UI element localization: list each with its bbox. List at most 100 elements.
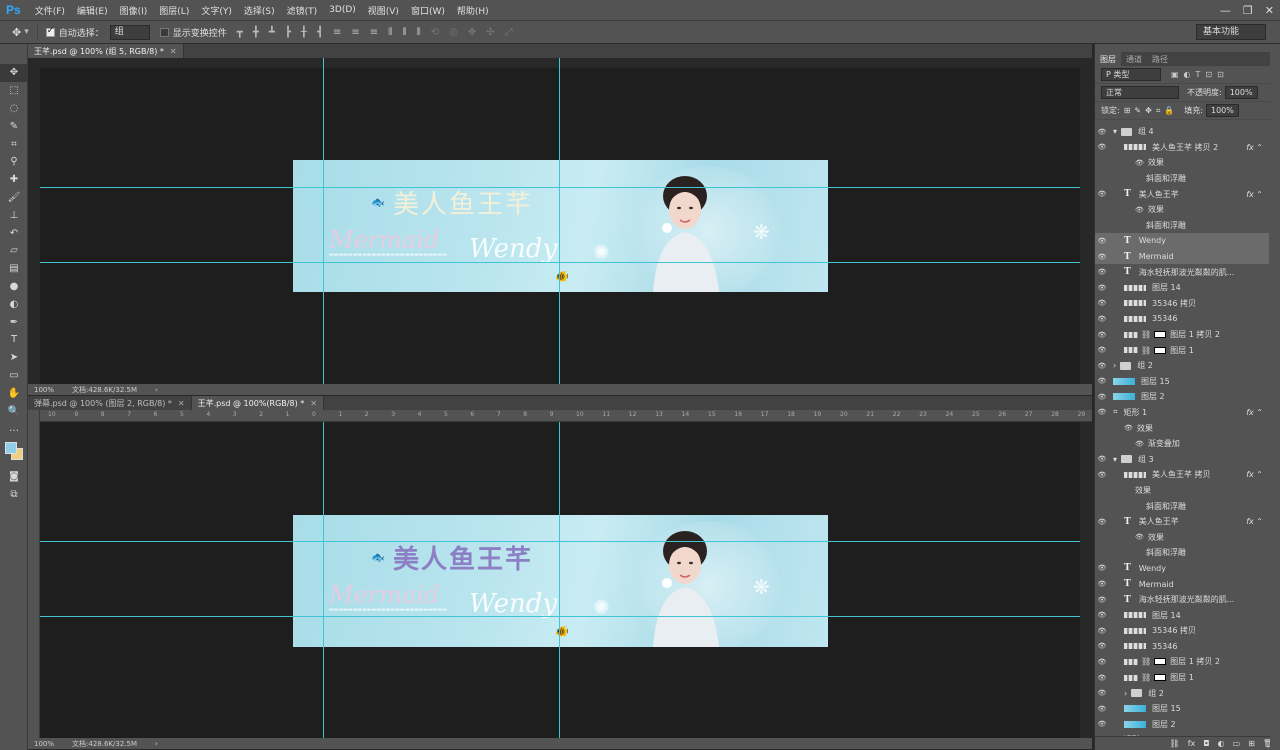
layer-row[interactable]: 👁 图层 15 (1095, 374, 1269, 390)
fx-icon[interactable]: fx (1188, 739, 1196, 748)
visibility-eye-icon[interactable]: 👁 (1095, 611, 1109, 619)
layer-row[interactable]: 👁 35346 拷贝 (1095, 296, 1269, 312)
layer-row[interactable]: 👁效果 (1095, 202, 1269, 218)
mask-thumbnail[interactable] (1154, 346, 1167, 354)
tab-paths[interactable]: 路径 (1147, 52, 1173, 66)
layer-row[interactable]: 👁 ⛓ 图层 1 拷贝 2 (1095, 654, 1269, 670)
mask-link-icon[interactable]: ⛓ (1141, 330, 1151, 339)
mask-thumbnail[interactable] (1154, 658, 1167, 666)
doc2-banner[interactable]: ❋ ✺ 🐟 🐠 美人鱼王芊 Mermaid Wendy ▬▬▬▬▬▬▬▬▬▬▬▬… (293, 515, 828, 647)
layer-row[interactable]: 👁 图层 14 (1095, 280, 1269, 296)
layer-row[interactable]: 👁效果 (1095, 420, 1269, 436)
layer-row[interactable]: 👁 T 海水轻抚那波光粼粼的肌... (1095, 264, 1269, 280)
eyedropper-tool-icon[interactable]: ⚲ (0, 153, 28, 171)
auto-select-checkbox[interactable] (45, 26, 55, 37)
doc1-tab[interactable]: 王芊.psd @ 100% (组 5, RGB/8) * ✕ (28, 44, 184, 58)
layer-row[interactable]: 👁 T Mermaid (1095, 248, 1269, 265)
hand-tool-icon[interactable]: ✋ (0, 384, 28, 402)
doc1-banner[interactable]: ❋ ✺ 🐟 🐠 美人鱼王芊 Mermaid Wendy ▬▬▬▬▬▬▬▬▬▬▬▬… (293, 160, 828, 292)
visibility-eye-icon[interactable]: 👁 (1095, 705, 1109, 713)
3d-roll-icon[interactable]: ◎ (449, 27, 458, 38)
align-bottom-icon[interactable]: ┻ (269, 27, 275, 38)
visibility-eye-icon[interactable]: 👁 (1095, 190, 1109, 198)
guide-vertical[interactable] (323, 422, 324, 738)
workspace-dropdown[interactable]: 基本功能 (1196, 24, 1266, 40)
brush-tool-icon[interactable]: 🖌 (0, 189, 28, 207)
dodge-tool-icon[interactable]: ◐ (0, 295, 28, 313)
layer-row[interactable]: 👁 T 海水轻抚那波光粼粼的肌... (1095, 592, 1269, 608)
chevron-down-icon[interactable]: ▾ (1113, 455, 1117, 464)
visibility-eye-icon[interactable]: 👁 (1095, 720, 1109, 728)
lock-icons[interactable]: ⊞✎✥⌗🔒 (1124, 106, 1179, 116)
fx-badge-icon[interactable]: fx ⌃ (1246, 143, 1263, 152)
minimize-icon[interactable]: — (1220, 4, 1231, 17)
crop-tool-icon[interactable]: ⌗ (0, 135, 28, 153)
distribute-left-icon[interactable]: ⫴ (388, 27, 392, 38)
effect-visibility-icon[interactable]: 👁 (1135, 440, 1144, 448)
quick-select-tool-icon[interactable]: ✎ (0, 117, 28, 135)
visibility-eye-icon[interactable]: 👁 (1095, 315, 1109, 323)
fx-badge-icon[interactable]: fx ⌃ (1246, 408, 1263, 417)
layer-row[interactable]: 👁 35346 拷贝 (1095, 623, 1269, 639)
visibility-eye-icon[interactable]: 👁 (1095, 518, 1109, 526)
chevron-right-icon[interactable]: › (1124, 689, 1127, 698)
fx-badge-icon[interactable]: fx ⌃ (1246, 190, 1263, 199)
align-top-icon[interactable]: ┳ (237, 27, 243, 38)
effect-visibility-icon[interactable]: 👁 (1124, 424, 1133, 432)
visibility-eye-icon[interactable]: 👁 (1095, 674, 1109, 682)
blend-mode-dropdown[interactable]: 正常 (1101, 86, 1179, 99)
layer-row[interactable]: 👁 35346 (1095, 639, 1269, 655)
layer-row[interactable]: 👁 美人鱼王芊 拷贝 2 fx ⌃ (1095, 140, 1269, 156)
visibility-eye-icon[interactable]: 👁 (1095, 596, 1109, 604)
visibility-eye-icon[interactable]: 👁 (1095, 627, 1109, 635)
zoom-level[interactable]: 100% (34, 740, 54, 748)
align-right-icon[interactable]: ┫ (317, 27, 323, 38)
doc1-canvas[interactable]: ❋ ✺ 🐟 🐠 美人鱼王芊 Mermaid Wendy ▬▬▬▬▬▬▬▬▬▬▬▬… (28, 58, 1092, 385)
visibility-eye-icon[interactable]: 👁 (1095, 377, 1109, 385)
zoom-tool-icon[interactable]: 🔍 (0, 402, 28, 420)
fx-badge-icon[interactable]: fx ⌃ (1246, 517, 1263, 526)
visibility-eye-icon[interactable]: 👁 (1095, 393, 1109, 401)
layer-row[interactable]: 👁 渐变叠加 (1095, 436, 1269, 452)
layer-row[interactable]: 👁 图层 2 (1095, 389, 1269, 405)
menu-edit[interactable]: 编辑(E) (71, 4, 114, 17)
menu-help[interactable]: 帮助(H) (451, 4, 495, 17)
foreground-color-swatch[interactable] (5, 441, 17, 454)
layer-row[interactable]: 斜面和浮雕 (1095, 171, 1269, 187)
effect-visibility-icon[interactable]: 👁 (1135, 159, 1144, 167)
distribute-bottom-icon[interactable]: ≡ (370, 27, 378, 38)
layers-list[interactable]: 👁 ▾ 组 4 👁 美人鱼王芊 拷贝 2 fx ⌃ 👁 效果 斜面和浮雕 👁 T 美人鱼王芊 fx ⌃ 👁… (1095, 124, 1269, 750)
guide-vertical[interactable] (323, 58, 324, 385)
layer-row[interactable]: 效果 (1095, 483, 1269, 499)
visibility-eye-icon[interactable]: 👁 (1095, 580, 1109, 588)
align-left-icon[interactable]: ┣ (285, 27, 291, 38)
guide-horizontal[interactable] (40, 616, 1080, 617)
menu-image[interactable]: 图像(I) (114, 4, 154, 17)
restore-icon[interactable]: ❐ (1243, 4, 1253, 17)
distribute-vcenter-icon[interactable]: ≡ (351, 27, 359, 38)
visibility-eye-icon[interactable]: 👁 (1095, 237, 1109, 245)
visibility-eye-icon[interactable]: 👁 (1095, 346, 1109, 354)
mask-link-icon[interactable]: ⛓ (1141, 657, 1151, 666)
gradient-tool-icon[interactable]: ▤ (0, 260, 28, 278)
horizontal-ruler[interactable]: 10 9 8 7 6 5 4 3 2 1 0 1 2 3 4 5 6 7 8 9 10 11 12 13 14 15 16 17 18 1… (40, 410, 1092, 422)
healing-brush-tool-icon[interactable]: ✚ (0, 171, 28, 189)
path-select-tool-icon[interactable]: ➤ (0, 349, 28, 367)
visibility-eye-icon[interactable]: 👁 (1095, 689, 1109, 697)
visibility-eye-icon[interactable]: 👁 (1095, 455, 1109, 463)
menu-window[interactable]: 窗口(W) (405, 4, 451, 17)
doc2-tab-danmu[interactable]: 弹幕.psd @ 100% (图层 2, RGB/8) * ✕ (28, 396, 192, 410)
doc-size[interactable]: 文档:428.6K/32.5M (72, 385, 137, 395)
layer-row[interactable]: 👁效果 (1095, 529, 1269, 545)
mask-thumbnail[interactable] (1154, 674, 1167, 682)
layer-row[interactable]: 👁 ▾ 组 3 (1095, 451, 1269, 467)
visibility-eye-icon[interactable]: 👁 (1095, 128, 1109, 136)
distribute-hcenter-icon[interactable]: ⫴ (402, 27, 406, 38)
new-layer-icon[interactable]: ⊞ (1248, 739, 1255, 748)
clone-stamp-tool-icon[interactable]: ⊥ (0, 206, 28, 224)
color-swatches[interactable] (0, 438, 28, 468)
visibility-eye-icon[interactable]: 👁 (1095, 408, 1109, 416)
menu-layer[interactable]: 图层(L) (153, 4, 195, 17)
3d-drag-icon[interactable]: ✥ (468, 27, 476, 38)
layer-row[interactable]: 斜面和浮雕 (1095, 545, 1269, 561)
